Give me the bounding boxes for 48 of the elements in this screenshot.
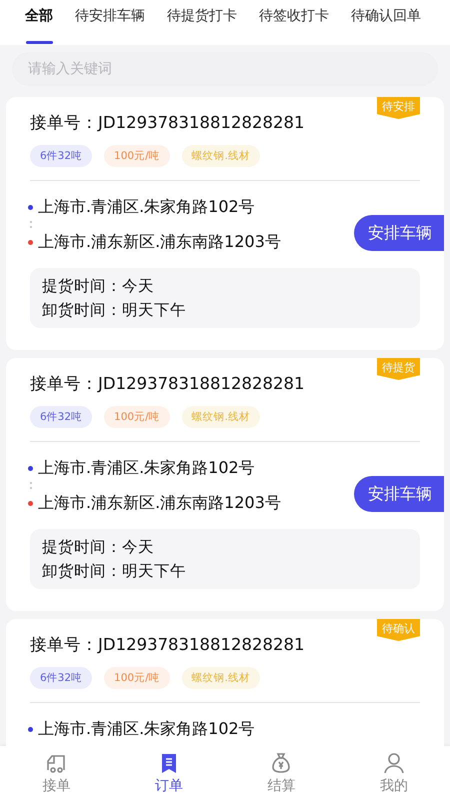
address-text: 上海市.浦东新区.浦东南路1203号 xyxy=(38,231,281,253)
unload-time: 卸货时间：明天下午 xyxy=(42,561,187,582)
cargo-tag: 螺纹钢.线材 xyxy=(182,667,260,689)
location-dot xyxy=(28,726,33,732)
cargo-tag: 100元/吨 xyxy=(104,406,170,428)
arrange-vehicle-button[interactable]: 安排车辆 xyxy=(354,476,444,512)
cargo-tag: 100元/吨 xyxy=(104,145,170,167)
location-dot xyxy=(28,204,33,210)
cargo-tag: 6件32吨 xyxy=(30,406,92,428)
filter-tab[interactable]: 全部 xyxy=(25,0,53,45)
cargo-tag: 螺纹钢.线材 xyxy=(182,406,260,428)
nav-tab[interactable]: 结算 xyxy=(225,746,338,800)
search-field[interactable]: 请输入关键词 xyxy=(12,52,438,86)
pickup-time: 提货时间：今天 xyxy=(42,276,155,297)
nav-tab[interactable]: 我的 xyxy=(338,746,450,800)
arrange-vehicle-button[interactable]: 安排车辆 xyxy=(354,215,444,251)
order-card[interactable]: 待确认 接单号：JD129378318812828281 6件32吨 100元/吨 螺纹钢.线材 上海市.青浦区.朱家角路102号 xyxy=(6,619,444,746)
filter-tab[interactable]: 待安排车辆 xyxy=(75,0,145,45)
address-text: 上海市.青浦区.朱家角路102号 xyxy=(38,718,255,740)
address-text: 上海市.青浦区.朱家角路102号 xyxy=(38,457,255,479)
order-number: JD129378318812828281 xyxy=(98,373,305,395)
order-label: 接单号： xyxy=(30,634,98,656)
unload-time: 卸货时间：明天下午 xyxy=(42,300,187,321)
pickup-time: 提货时间：今天 xyxy=(42,537,155,558)
address-text: 上海市.浦东新区.浦东南路1203号 xyxy=(38,492,281,514)
cargo-tag: 6件32吨 xyxy=(30,667,92,689)
location-dot xyxy=(28,240,33,244)
order-number: JD129378318812828281 xyxy=(98,634,305,656)
order-label: 接单号： xyxy=(30,112,98,134)
location-dot xyxy=(28,466,33,470)
status-badge: 待安排 xyxy=(377,97,420,119)
cargo-tag: 螺纹钢.线材 xyxy=(182,145,260,167)
filter-tab[interactable]: 待确认回单 xyxy=(351,0,421,45)
address-text: 上海市.青浦区.朱家角路102号 xyxy=(38,196,255,218)
status-badge: 待确认 xyxy=(377,619,420,641)
cargo-tag: 100元/吨 xyxy=(104,667,170,689)
nav-tab[interactable]: 订单 xyxy=(112,746,225,800)
cargo-tag: 6件32吨 xyxy=(30,145,92,167)
order-number: JD129378318812828281 xyxy=(98,112,305,134)
user-icon xyxy=(382,751,406,775)
location-dot xyxy=(28,500,33,506)
order-label: 接单号： xyxy=(30,373,98,395)
order-card[interactable]: 待安排 接单号：JD129378318812828281 6件32吨 100元/吨 螺纹钢.线材 上海市.青浦区.朱家角路102号 上海市.浦东新区.浦东南路1203号 安排车辆 提货时间：今天 卸货时间：明天下午 xyxy=(6,97,444,350)
status-badge: 待提货 xyxy=(377,358,420,380)
nav-tab[interactable]: 接单 xyxy=(0,746,112,800)
filter-tab[interactable]: 待提货打卡 xyxy=(167,0,237,45)
order-card[interactable]: 待提货 接单号：JD129378318812828281 6件32吨 100元/吨 螺纹钢.线材 上海市.青浦区.朱家角路102号 上海市.浦东新区.浦东南路1203号 安排车辆 提货时间：今天 卸货时间：明天下午 xyxy=(6,358,444,611)
filter-tab[interactable]: 待签收打卡 xyxy=(259,0,329,45)
